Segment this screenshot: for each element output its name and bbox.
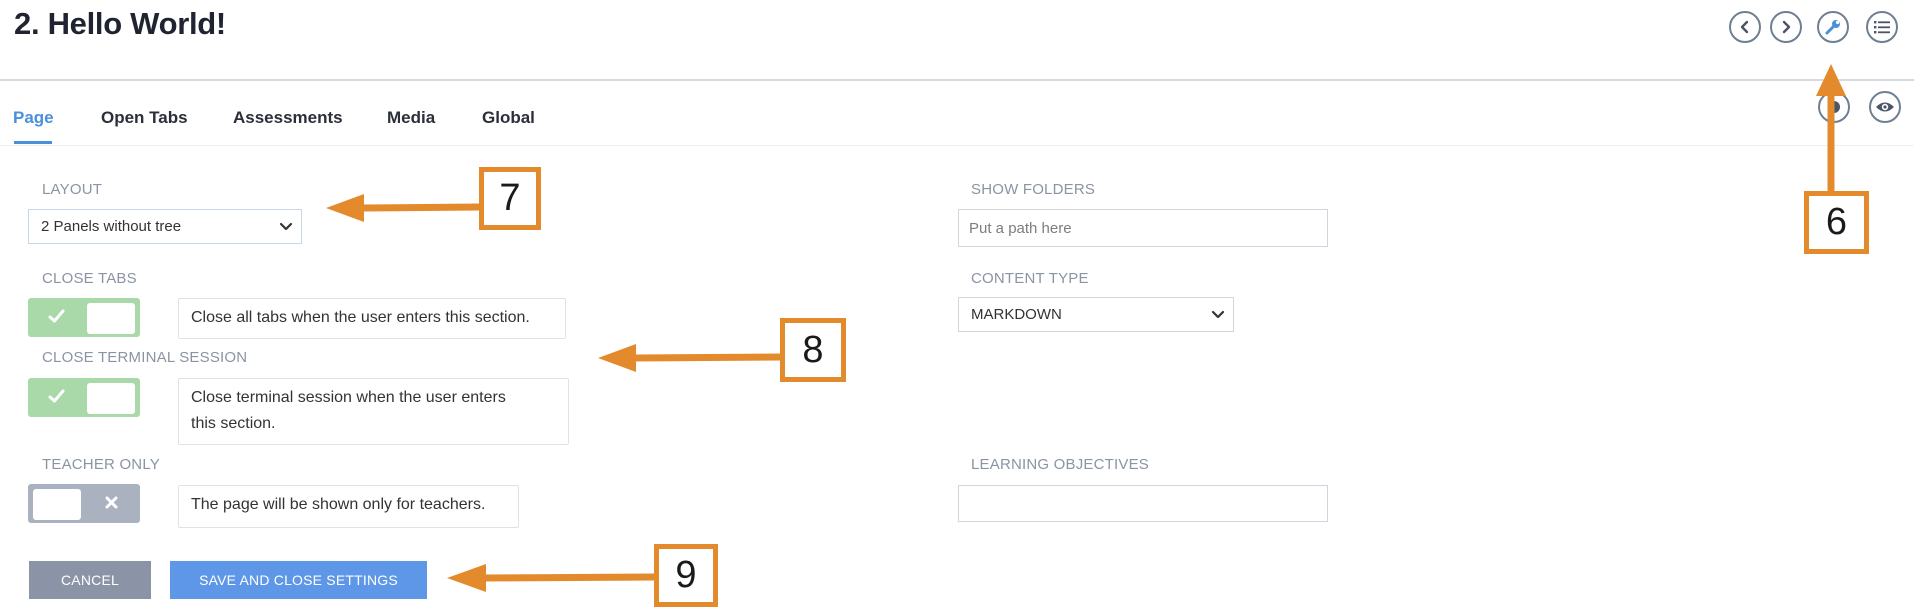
callout-8: 8	[780, 318, 846, 382]
annotation-arrows	[326, 64, 1846, 592]
callout-9: 9	[654, 544, 718, 607]
callout-6: 6	[1804, 191, 1869, 254]
callout-7: 7	[479, 167, 541, 230]
